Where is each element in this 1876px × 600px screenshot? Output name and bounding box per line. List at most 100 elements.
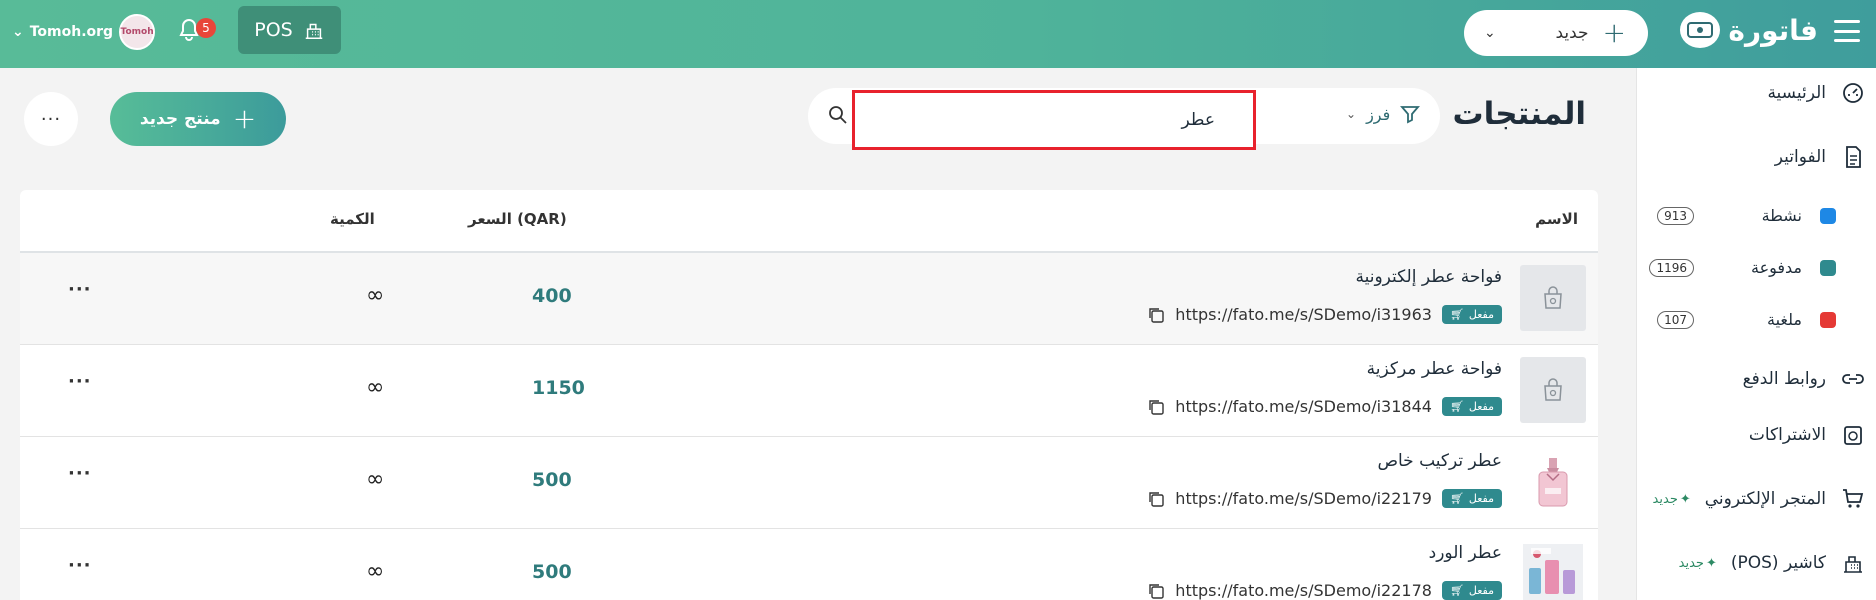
more-options-button[interactable]: ···	[24, 92, 78, 146]
product-link-group: مفعل 🛒︎ https://fato.me/s/SDemo/i22179	[1147, 489, 1502, 508]
add-product-button[interactable]: + منتج جديد	[110, 92, 286, 146]
sidebar-item-invoices[interactable]: الفواتير	[1636, 144, 1876, 170]
product-image-placeholder	[1520, 265, 1586, 331]
product-image	[1520, 449, 1586, 515]
product-image-placeholder	[1520, 357, 1586, 423]
copy-icon[interactable]	[1147, 398, 1165, 416]
sidebar-status-cancelled[interactable]: ملغية 107	[1636, 310, 1876, 329]
status-badge: مفعل 🛒︎	[1441, 489, 1502, 508]
product-price: 400	[532, 285, 572, 307]
sidebar-item-subscriptions[interactable]: الاشتراكات	[1636, 422, 1876, 448]
new-tag-label: جديد	[1652, 491, 1678, 507]
register-icon	[1840, 550, 1866, 576]
sort-filter-button[interactable]: فرز ⌄	[1346, 104, 1421, 124]
column-header-name[interactable]: الاسم	[1535, 210, 1578, 228]
plus-icon: +	[1602, 16, 1626, 49]
dashboard-icon	[1840, 80, 1866, 106]
product-price: 1150	[532, 377, 585, 399]
status-badge: مفعل 🛒︎	[1441, 581, 1502, 600]
copy-icon[interactable]	[1147, 490, 1165, 508]
table-row[interactable]: فواحة عطر إلكترونية مفعل 🛒︎ https://fato.…	[20, 253, 1598, 345]
table-row[interactable]: عطر الورد مفعل 🛒︎ https://fato.me/s/SDemo…	[20, 529, 1598, 600]
sidebar-item-store[interactable]: المتجر الإلكتروني ✦ جديد	[1636, 486, 1876, 512]
product-link[interactable]: https://fato.me/s/SDemo/i31844	[1175, 397, 1432, 416]
create-new-dropdown[interactable]: ⌄ جديد +	[1464, 10, 1648, 56]
status-label: ملغية	[1767, 310, 1802, 329]
product-image	[1520, 541, 1586, 600]
product-name[interactable]: فواحة عطر مركزية	[1367, 359, 1502, 379]
row-more-button[interactable]: ···	[68, 555, 92, 576]
table-header: الاسم السعر (QAR) الكمية	[20, 190, 1598, 253]
sidebar-item-pos[interactable]: كاشير (POS) ✦ جديد	[1636, 550, 1876, 576]
column-header-price[interactable]: السعر (QAR)	[468, 210, 567, 228]
account-menu[interactable]: ⌄ Tomoh.org Tomoh	[12, 14, 156, 50]
sidebar-item-label: الرئيسية	[1767, 83, 1826, 103]
sidebar-item-label: الفواتير	[1774, 147, 1826, 167]
status-label: مفعل	[1468, 308, 1494, 321]
app-logo[interactable]: فاتورة	[1680, 12, 1818, 48]
product-link-group: مفعل 🛒︎ https://fato.me/s/SDemo/i31963	[1147, 305, 1502, 324]
perfume-collection-image	[1523, 544, 1583, 600]
perfume-bottle-image	[1538, 458, 1568, 507]
column-header-quantity[interactable]: الكمية	[330, 210, 375, 228]
new-tag: ✦ جديد	[1653, 492, 1691, 507]
status-count: 913	[1657, 206, 1694, 225]
create-new-label: جديد	[1555, 23, 1589, 43]
table-row[interactable]: فواحة عطر مركزية مفعل 🛒︎ https://fato.me/…	[20, 345, 1598, 437]
product-name[interactable]: عطر الورد	[1429, 543, 1502, 563]
sidebar-item-payment-links[interactable]: روابط الدفع	[1636, 366, 1876, 392]
status-label: مفعل	[1468, 492, 1494, 505]
sidebar: الرئيسية الفواتير نشطة 913 مدفوعة 1196 م…	[1636, 68, 1876, 600]
filter-icon	[1400, 106, 1421, 124]
table-row[interactable]: عطر تركيب خاص مفعل 🛒︎ https://fato.me/s/S…	[20, 437, 1598, 529]
product-link[interactable]: https://fato.me/s/SDemo/i22179	[1175, 489, 1432, 508]
top-header: فاتورة ⌄ جديد + POS 5 ⌄ Tomoh.org Tomoh	[0, 0, 1876, 68]
new-tag: ✦ جديد	[1679, 556, 1717, 571]
sidebar-item-label: المتجر الإلكتروني	[1704, 489, 1826, 509]
notification-badge: 5	[196, 18, 216, 38]
product-price: 500	[532, 469, 572, 491]
status-dot	[1820, 259, 1836, 276]
product-link[interactable]: https://fato.me/s/SDemo/i31963	[1175, 305, 1432, 324]
search-icon[interactable]	[828, 105, 848, 125]
status-label: مفعل	[1468, 584, 1494, 597]
search-input[interactable]	[852, 90, 1256, 150]
menu-icon[interactable]	[1834, 20, 1860, 42]
status-badge: مفعل 🛒︎	[1441, 305, 1502, 324]
product-quantity: ∞	[366, 283, 385, 308]
chevron-down-icon: ⌄	[1484, 25, 1496, 41]
product-name[interactable]: عطر تركيب خاص	[1377, 451, 1502, 471]
product-link[interactable]: https://fato.me/s/SDemo/i22178	[1175, 581, 1432, 600]
copy-icon[interactable]	[1147, 582, 1165, 600]
sidebar-status-active[interactable]: نشطة 913	[1636, 206, 1876, 225]
product-price: 500	[532, 561, 572, 583]
page-title: المنتجات	[1452, 96, 1587, 132]
row-more-button[interactable]: ···	[68, 279, 92, 300]
sidebar-item-label: روابط الدفع	[1742, 369, 1826, 389]
logo-text: فاتورة	[1728, 13, 1818, 47]
shopping-bag-icon	[1544, 378, 1562, 401]
chevron-down-icon: ⌄	[1346, 107, 1357, 121]
sidebar-item-label: الاشتراكات	[1748, 425, 1826, 445]
product-quantity: ∞	[366, 375, 385, 400]
status-badge: مفعل 🛒︎	[1441, 397, 1502, 416]
product-name[interactable]: فواحة عطر إلكترونية	[1355, 267, 1502, 287]
avatar: Tomoh	[119, 14, 156, 50]
shopping-bag-icon	[1544, 286, 1562, 309]
sidebar-status-paid[interactable]: مدفوعة 1196	[1636, 258, 1876, 277]
copy-icon[interactable]	[1147, 306, 1165, 324]
cart-icon: 🛒︎	[1449, 400, 1464, 413]
sort-label: فرز	[1366, 104, 1391, 124]
products-table: الاسم السعر (QAR) الكمية فواحة عطر إلكتر…	[20, 190, 1598, 600]
status-label: نشطة	[1761, 206, 1802, 225]
plus-icon: +	[232, 102, 257, 135]
pos-button[interactable]: POS	[238, 6, 341, 54]
status-label: مدفوعة	[1750, 258, 1802, 277]
account-name: Tomoh.org	[29, 24, 114, 40]
product-link-group: مفعل 🛒︎ https://fato.me/s/SDemo/i31844	[1147, 397, 1502, 416]
sidebar-item-dashboard[interactable]: الرئيسية	[1636, 80, 1876, 106]
row-more-button[interactable]: ···	[68, 463, 92, 484]
new-tag-label: جديد	[1678, 555, 1704, 571]
row-more-button[interactable]: ···	[68, 371, 92, 392]
status-dot	[1820, 311, 1836, 328]
